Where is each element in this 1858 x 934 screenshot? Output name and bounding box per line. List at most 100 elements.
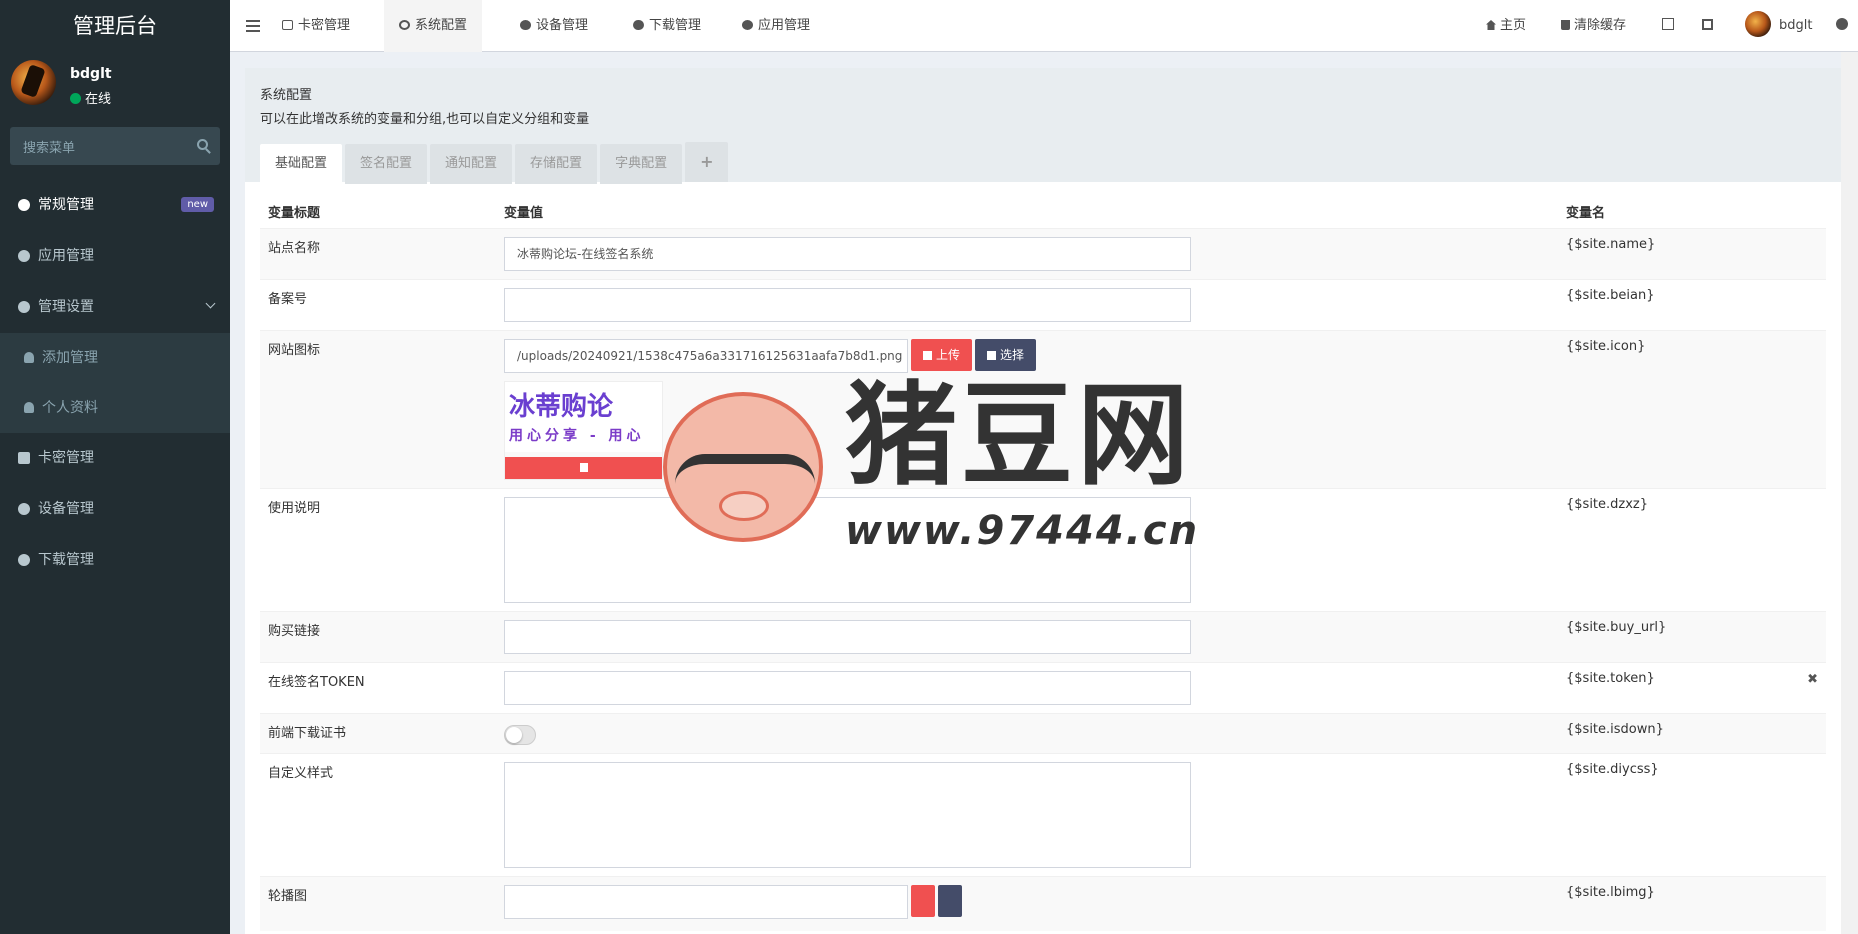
cogs-icon — [1836, 18, 1848, 30]
upload-icon — [923, 350, 932, 360]
row-title: 使用说明 — [260, 487, 496, 611]
cogs-icon — [18, 199, 30, 211]
row-var-name: {$site.isdown} — [1558, 712, 1826, 753]
sidebar-item-apps[interactable]: 应用管理 — [0, 231, 230, 282]
delete-image-button[interactable] — [505, 456, 662, 479]
search-placeholder: 搜索菜单 — [23, 141, 76, 156]
row-var-name: {$site.dzxz} — [1558, 487, 1826, 611]
row-var-name: {$site.buy_url} — [1558, 610, 1826, 662]
tab-label: 设备管理 — [536, 18, 589, 33]
apple-icon — [18, 503, 30, 515]
sidebar-item-label: 卡密管理 — [38, 450, 94, 466]
gear-icon — [399, 20, 410, 30]
sidebar-item-profile[interactable]: 个人资料 — [0, 383, 230, 433]
card-icon — [282, 20, 293, 30]
tab-cards[interactable]: 卡密管理 — [267, 0, 365, 52]
clear-cache-label: 清除缓存 — [1574, 18, 1627, 33]
row-title: 网站图标 — [260, 329, 496, 488]
diycss-textarea[interactable] — [504, 761, 1191, 868]
row-title: 轮播图 — [260, 875, 496, 931]
user-menu[interactable]: bdglt — [1745, 0, 1812, 52]
user-icon — [24, 352, 34, 363]
tab-basic-config[interactable]: 基础配置 — [260, 144, 343, 184]
user-icon — [24, 402, 34, 413]
site-icon-input[interactable]: /uploads/20240921/1538c475a6a33171612563… — [504, 338, 908, 373]
tab-notify-config[interactable]: 通知配置 — [430, 144, 513, 184]
row-var-name: {$site.name} — [1558, 227, 1826, 279]
sidebar-item-devices[interactable]: 设备管理 — [0, 484, 230, 535]
table-row: 使用说明 {$site.dzxz} — [260, 487, 1826, 611]
home-link[interactable]: 主页 — [1486, 0, 1526, 52]
config-tabs: 基础配置 签名配置 通知配置 存储配置 字典配置 + — [260, 142, 731, 184]
column-header: 变量名 — [1566, 205, 1606, 221]
table-row: 网站图标 /uploads/20240921/1538c475a6a331716… — [260, 329, 1826, 488]
page-title: 系统配置 — [260, 88, 313, 103]
row-var-name: {$site.icon} — [1558, 329, 1826, 488]
chevron-down-icon — [205, 298, 216, 309]
settings-button[interactable] — [1836, 0, 1852, 52]
tab-storage-config[interactable]: 存储配置 — [515, 144, 598, 184]
upload-label: 上传 — [936, 347, 961, 362]
table-row: 备案号 {$site.beian} — [260, 278, 1826, 330]
buy-url-input[interactable] — [504, 619, 1191, 654]
sidebar-item-downloads[interactable]: 下载管理 — [0, 535, 230, 586]
tab-label: 卡密管理 — [298, 18, 351, 33]
sidebar-menu: 常规管理 new 应用管理 管理设置 添加管理 个人资料 卡密管理 设备管理 下… — [0, 180, 230, 586]
menu-search-input[interactable]: 搜索菜单 — [10, 127, 220, 165]
banner-input[interactable] — [504, 884, 908, 919]
table-row: 自定义样式 {$site.diycss} — [260, 752, 1826, 876]
sidebar-item-label: 设备管理 — [38, 501, 94, 517]
card-icon — [18, 452, 30, 464]
select-button[interactable] — [938, 884, 962, 917]
tab-devices[interactable]: 设备管理 — [505, 0, 603, 52]
column-header: 变量值 — [504, 205, 544, 221]
search-icon[interactable] — [197, 139, 208, 150]
sidebar-item-cards[interactable]: 卡密管理 — [0, 433, 230, 484]
tab-downloads[interactable]: 下载管理 — [618, 0, 716, 52]
avatar — [1745, 11, 1771, 37]
tab-dict-config[interactable]: 字典配置 — [600, 144, 683, 184]
isdown-toggle[interactable] — [504, 724, 536, 745]
add-tab-button[interactable]: + — [685, 142, 729, 182]
page-scrollbar[interactable] — [1841, 52, 1858, 934]
menu-toggle-icon[interactable] — [246, 20, 260, 32]
cloud-download-icon — [633, 20, 644, 30]
app-logo[interactable]: 管理后台 — [0, 0, 230, 52]
user-status: 在线 — [70, 88, 111, 107]
online-dot-icon — [70, 93, 81, 104]
fullscreen-button[interactable] — [1702, 0, 1717, 52]
translate-icon — [1662, 18, 1674, 30]
tab-apps[interactable]: 应用管理 — [727, 0, 825, 52]
usage-textarea[interactable] — [504, 496, 1191, 603]
upload-button[interactable] — [911, 884, 935, 917]
home-icon — [1486, 20, 1496, 30]
app: 管理后台 bdglt 在线 搜索菜单 常规管理 new 应用管理 管理设置 添加… — [0, 0, 1858, 934]
site-name-input[interactable]: 冰蒂购论坛-在线签名系统 — [504, 236, 1191, 271]
icon-preview-image: 冰蒂购论用心分享 - 用心 — [505, 381, 662, 452]
user-name: bdglt — [70, 66, 112, 82]
preview-logo-text: 冰蒂购论 — [509, 391, 614, 422]
row-title: 自定义样式 — [260, 752, 496, 876]
translate-button[interactable] — [1662, 0, 1678, 52]
row-var-name: {$site.token} — [1566, 670, 1655, 686]
sidebar-item-general[interactable]: 常规管理 new — [0, 180, 230, 231]
circle-icon — [18, 250, 30, 262]
preview-logo-subtext: 用心分享 - 用心 — [509, 427, 645, 444]
row-title: 前端下载证书 — [260, 712, 496, 753]
delete-row-icon[interactable]: ✖ — [1807, 672, 1818, 687]
select-button[interactable]: 选择 — [975, 338, 1037, 371]
users-icon — [18, 301, 30, 313]
tab-sign-config[interactable]: 签名配置 — [345, 144, 428, 184]
clear-cache-button[interactable]: 清除缓存 — [1561, 0, 1626, 52]
sidebar-item-add-admin[interactable]: 添加管理 — [0, 333, 230, 383]
upload-button[interactable]: 上传 — [911, 338, 973, 371]
beian-input[interactable] — [504, 287, 1191, 322]
tab-system-config[interactable]: 系统配置 — [384, 0, 483, 52]
expand-icon — [1702, 19, 1713, 30]
table-row: 购买链接 {$site.buy_url} — [260, 610, 1826, 662]
token-input[interactable] — [504, 670, 1191, 705]
avatar — [11, 60, 56, 105]
row-var-name: {$site.diycss} — [1558, 752, 1826, 876]
main-content: 系统配置 可以在此增改系统的变量和分组,也可以自定义分组和变量 基础配置 签名配置… — [245, 68, 1841, 934]
sidebar-item-admin-settings[interactable]: 管理设置 — [0, 282, 230, 333]
